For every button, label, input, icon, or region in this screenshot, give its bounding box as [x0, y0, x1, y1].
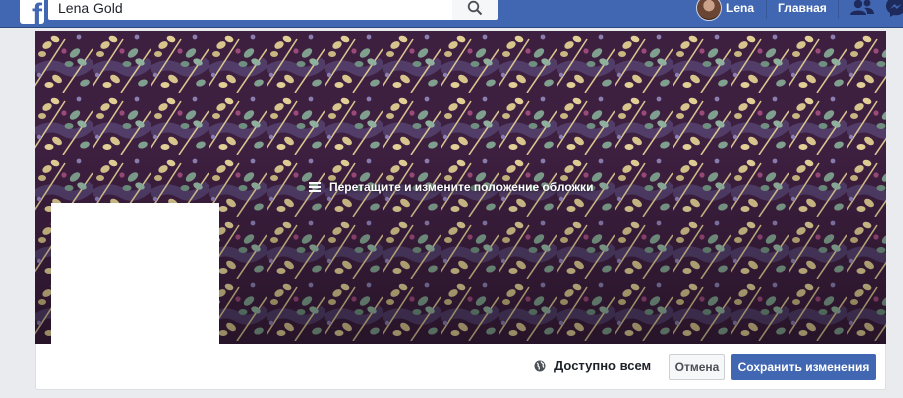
drag-handle-icon — [309, 180, 321, 194]
drag-hint-text: Перетащите и измените положение обложки — [329, 180, 594, 194]
nav-divider — [838, 0, 839, 19]
nav-divider — [766, 0, 767, 19]
search-input[interactable] — [48, 0, 448, 20]
profile-link[interactable]: Lena — [726, 0, 754, 17]
drag-to-reposition-hint: Перетащите и измените положение обложки — [303, 176, 599, 198]
top-navigation-bar: f Lena Главная — [0, 0, 903, 28]
messenger-icon[interactable] — [885, 0, 903, 18]
facebook-logo-icon[interactable]: f — [20, 0, 44, 24]
profile-picture[interactable] — [51, 203, 219, 344]
save-changes-button[interactable]: Сохранить изменения — [731, 354, 876, 380]
privacy-selector[interactable]: Доступно всем — [534, 358, 651, 373]
friend-requests-icon[interactable] — [850, 0, 874, 18]
cancel-button[interactable]: Отмена — [669, 354, 725, 380]
search-box — [48, 0, 452, 20]
home-link[interactable]: Главная — [778, 0, 827, 17]
cover-actions-panel: Доступно всем Отмена Сохранить изменения — [35, 344, 886, 390]
globe-icon — [534, 360, 546, 371]
privacy-label: Доступно всем — [554, 358, 652, 373]
search-icon — [467, 0, 483, 16]
avatar[interactable] — [696, 0, 722, 21]
facebook-logo-glyph: f — [32, 0, 42, 24]
search-button[interactable] — [452, 0, 498, 20]
